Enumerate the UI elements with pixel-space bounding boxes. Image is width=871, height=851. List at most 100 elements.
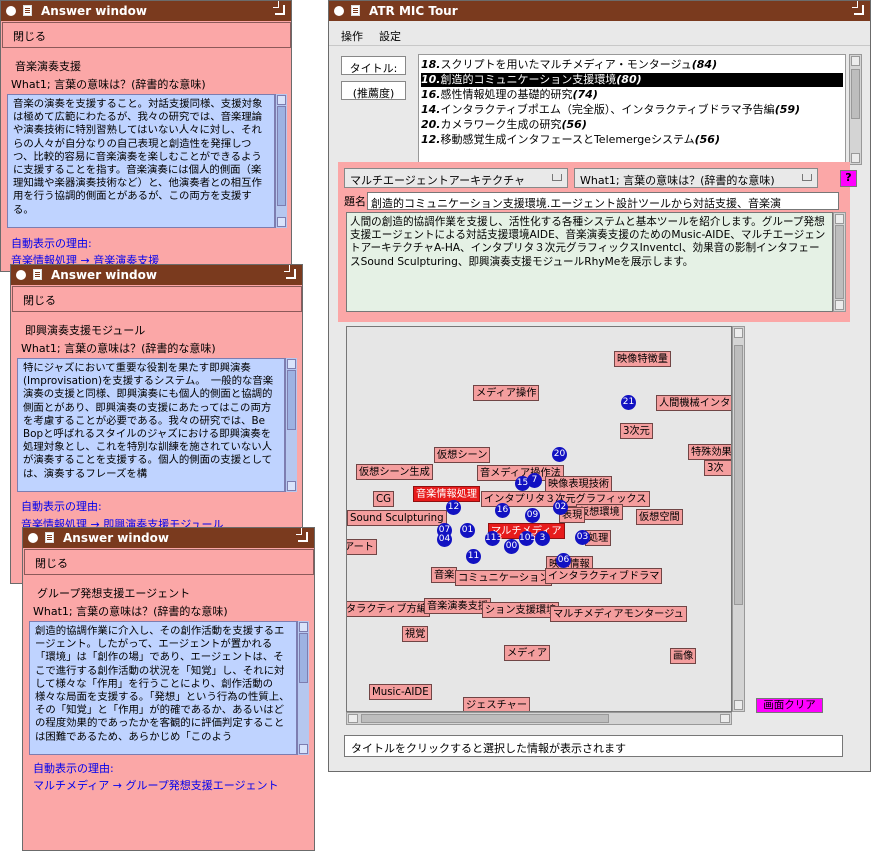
zoom-icon[interactable] bbox=[284, 265, 296, 279]
close-button[interactable]: 閉じる bbox=[12, 286, 302, 312]
graph-horizontal-scrollbar[interactable] bbox=[346, 712, 732, 725]
graph-dot[interactable]: 04 bbox=[437, 532, 452, 547]
graph-node[interactable]: 画像 bbox=[670, 648, 697, 664]
graph-node[interactable]: 仮想空間 bbox=[636, 509, 683, 525]
close-circle-icon[interactable] bbox=[6, 6, 16, 16]
answer-window-1-titlebar[interactable]: Answer window bbox=[1, 1, 291, 21]
graph-dot[interactable]: 113 bbox=[485, 531, 502, 546]
scroll-down-icon[interactable] bbox=[277, 217, 286, 227]
graph-node[interactable]: 人間機械インタ bbox=[656, 395, 731, 411]
zoom-icon[interactable] bbox=[273, 1, 285, 15]
scroll-thumb[interactable] bbox=[299, 633, 308, 683]
scroll-down-icon[interactable] bbox=[835, 300, 844, 310]
scroll-up-icon[interactable] bbox=[277, 95, 286, 105]
graph-dot[interactable]: 3 bbox=[535, 531, 550, 546]
clear-screen-button[interactable]: 画面クリア bbox=[756, 698, 823, 713]
answer-window-2-titlebar[interactable]: Answer window bbox=[11, 265, 302, 285]
question-select[interactable]: What1; 言葉の意味は？(辞書的な意味) bbox=[574, 168, 818, 188]
graph-node[interactable]: 映像表現技術 bbox=[545, 476, 613, 492]
menu-settings[interactable]: 設定 bbox=[379, 28, 401, 44]
help-button[interactable]: ? bbox=[840, 170, 857, 187]
answer-text-scrollbar[interactable] bbox=[297, 621, 309, 755]
scroll-up-icon[interactable] bbox=[287, 359, 296, 369]
graph-node[interactable]: Music-AIDE bbox=[369, 684, 432, 700]
close-button[interactable]: 閉じる bbox=[24, 549, 314, 575]
graph-node[interactable]: インタラクティブドラマ bbox=[545, 568, 663, 584]
close-circle-icon[interactable] bbox=[334, 6, 344, 16]
graph-node[interactable]: Sound Sculpturing bbox=[347, 510, 447, 526]
title-list[interactable]: 18.スクリプトを用いたマルチメディア・モンタージュ(84) 10.創造的コミュ… bbox=[418, 54, 846, 165]
scroll-thumb[interactable] bbox=[287, 370, 296, 430]
scroll-thumb[interactable] bbox=[851, 69, 860, 119]
title-list-item[interactable]: 16.感性情報処理の基礎的研究(74) bbox=[421, 88, 843, 102]
graph-node[interactable]: CG bbox=[373, 491, 395, 507]
graph-node[interactable]: 特殊効果 bbox=[688, 444, 731, 460]
answer-text-scrollbar[interactable] bbox=[285, 358, 297, 492]
scroll-down-icon[interactable] bbox=[299, 744, 308, 754]
graph-node[interactable]: タラクティブ方編 bbox=[347, 601, 430, 617]
graph-dot[interactable]: 11 bbox=[466, 549, 481, 564]
graph-node[interactable]: 仮想シーン生成 bbox=[356, 464, 433, 480]
scroll-down-icon[interactable] bbox=[851, 153, 860, 163]
graph-node[interactable]: 3次 bbox=[704, 460, 731, 476]
close-circle-icon[interactable] bbox=[28, 533, 38, 543]
main-window-titlebar[interactable]: ATR MIC Tour bbox=[329, 1, 870, 21]
scroll-up-icon[interactable] bbox=[851, 56, 860, 66]
graph-dot[interactable]: 20 bbox=[552, 447, 567, 462]
scroll-left-icon[interactable] bbox=[348, 714, 358, 723]
graph-node[interactable]: 視覚 bbox=[402, 626, 429, 642]
reason-link[interactable]: マルチメディア → グループ発想支援エージェント bbox=[33, 777, 279, 793]
close-circle-icon[interactable] bbox=[16, 270, 26, 280]
zoom-icon[interactable] bbox=[296, 528, 308, 542]
graph-node[interactable]: 3次元 bbox=[620, 423, 653, 439]
title-list-item[interactable]: 14.インタラクティブポエム（完全版）、インタラクティブドラマ予告編(59) bbox=[421, 103, 843, 117]
answer-text-scrollbar[interactable] bbox=[275, 94, 287, 228]
graph-dot[interactable]: 06 bbox=[556, 553, 571, 568]
keyword-select[interactable]: マルチエージェントアーキテクチャ bbox=[344, 168, 568, 188]
answer-window-3-titlebar[interactable]: Answer window bbox=[23, 528, 314, 548]
description-scrollbar[interactable] bbox=[833, 212, 846, 312]
close-button[interactable]: 閉じる bbox=[2, 22, 291, 48]
title-list-item[interactable]: 20.カメラワーク生成の研究(56) bbox=[421, 118, 843, 132]
scroll-down-icon[interactable] bbox=[734, 700, 743, 710]
graph-dot[interactable]: 16 bbox=[495, 503, 510, 518]
graph-dot[interactable]: 02 bbox=[553, 500, 568, 515]
graph-dot[interactable]: 09 bbox=[525, 508, 540, 523]
title-list-item[interactable]: 18.スクリプトを用いたマルチメディア・モンタージュ(84) bbox=[421, 58, 843, 72]
scroll-thumb[interactable] bbox=[734, 345, 743, 605]
scroll-thumb[interactable] bbox=[835, 225, 844, 299]
graph-dot[interactable]: 21 bbox=[621, 395, 636, 410]
menu-operation[interactable]: 操作 bbox=[341, 28, 363, 44]
title-list-scrollbar[interactable] bbox=[849, 54, 862, 165]
scroll-right-icon[interactable] bbox=[720, 714, 730, 723]
scroll-thumb[interactable] bbox=[277, 106, 286, 206]
graph-node[interactable]: 映像特徴量 bbox=[614, 351, 671, 367]
title-list-item-selected[interactable]: 10.創造的コミュニケーション支援環境(80) bbox=[421, 73, 843, 87]
scroll-up-icon[interactable] bbox=[835, 214, 844, 224]
graph-node[interactable]: ション支援環境 bbox=[482, 602, 560, 618]
graph-dot[interactable]: 105 bbox=[519, 531, 536, 546]
graph-dot[interactable]: 7 bbox=[527, 473, 542, 488]
scroll-thumb[interactable] bbox=[361, 714, 609, 723]
graph-node[interactable]: 音楽 bbox=[431, 567, 458, 583]
graph-dot[interactable]: 00 bbox=[504, 539, 519, 554]
keyword-graph[interactable]: 映像特徴量 メディア操作 人間機械インタ 3次元 特殊効果 3次 仮想シーン 仮… bbox=[346, 326, 732, 712]
detail-title-field[interactable]: 創造的コミュニケーション支援環境.エージェント設計ツールから対話支援、音楽演 bbox=[367, 192, 839, 210]
scroll-up-icon[interactable] bbox=[734, 328, 743, 338]
graph-vertical-scrollbar[interactable] bbox=[732, 326, 745, 712]
graph-node[interactable]: メディア操作 bbox=[473, 385, 540, 401]
graph-node[interactable]: メディア bbox=[504, 645, 551, 661]
graph-node[interactable]: マルチメディアモンタージュ bbox=[550, 606, 687, 622]
graph-node[interactable]: 仮想シーン bbox=[434, 447, 491, 463]
graph-node[interactable]: コミュニケーション bbox=[455, 570, 553, 586]
graph-dot[interactable]: 03 bbox=[575, 530, 590, 545]
zoom-icon[interactable] bbox=[852, 1, 864, 15]
title-list-item[interactable]: 12.移動感覚生成インタフェースとTelemergeシステム(56) bbox=[421, 133, 843, 147]
scroll-down-icon[interactable] bbox=[287, 481, 296, 491]
graph-node[interactable]: ジェスチャー bbox=[463, 697, 531, 711]
graph-dot[interactable]: 12 bbox=[446, 500, 461, 515]
graph-dot[interactable]: 01 bbox=[460, 523, 475, 538]
graph-node-highlighted[interactable]: 音楽情報処理 bbox=[413, 486, 481, 502]
graph-node[interactable]: アート bbox=[347, 539, 377, 555]
scroll-up-icon[interactable] bbox=[299, 622, 308, 632]
